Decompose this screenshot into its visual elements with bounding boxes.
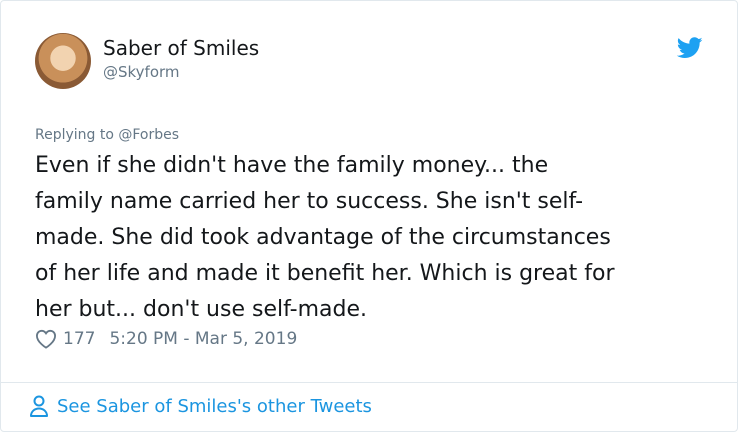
tweet-timestamp[interactable]: 5:20 PM - Mar 5, 2019 <box>109 329 297 349</box>
person-icon <box>30 395 48 417</box>
tweet-meta: 177 5:20 PM - Mar 5, 2019 <box>35 329 297 349</box>
heart-icon[interactable] <box>35 329 57 349</box>
see-other-tweets-label[interactable]: See Saber of Smiles's other Tweets <box>57 396 372 417</box>
like-count[interactable]: 177 <box>63 329 95 349</box>
see-other-tweets-link[interactable]: See Saber of Smiles's other Tweets <box>29 395 372 417</box>
twitter-bird-icon[interactable] <box>677 37 703 59</box>
replying-to[interactable]: Replying to @Forbes <box>35 127 179 143</box>
author-names: Saber of Smiles @Skyform <box>103 36 259 82</box>
author-handle[interactable]: @Skyform <box>103 62 259 82</box>
divider <box>1 382 737 383</box>
tweet-card: Saber of Smiles @Skyform Replying to @Fo… <box>0 0 738 432</box>
tweet-header: Saber of Smiles @Skyform <box>35 33 259 89</box>
tweet-text: Even if she didn't have the family money… <box>35 153 615 322</box>
avatar[interactable] <box>35 33 91 89</box>
author-display-name[interactable]: Saber of Smiles <box>103 36 259 60</box>
